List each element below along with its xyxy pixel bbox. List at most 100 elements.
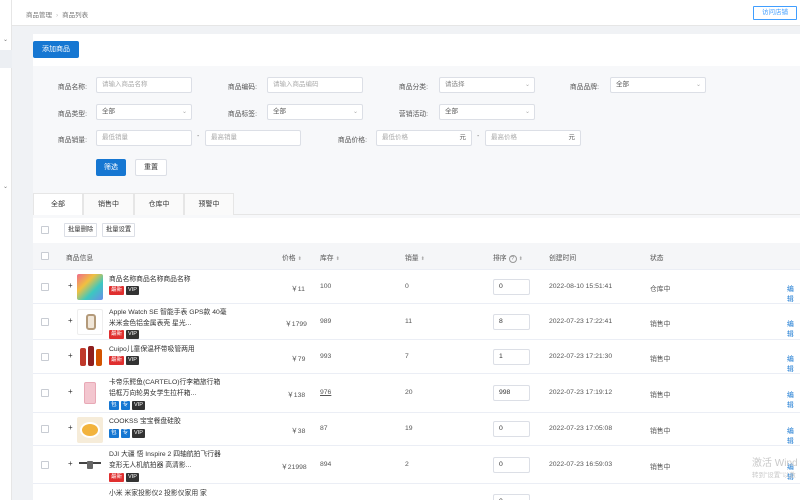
sort-input[interactable]: 1: [493, 349, 530, 365]
header-checkbox[interactable]: [41, 252, 49, 260]
edit-link[interactable]: 编辑: [787, 389, 800, 409]
tab-in-warehouse[interactable]: 仓库中: [134, 193, 184, 215]
row-checkbox[interactable]: [41, 353, 49, 361]
product-name[interactable]: 小米 米家投影仪2 投影仪家用 家: [109, 488, 227, 499]
tab-warning[interactable]: 预警中: [184, 193, 234, 215]
product-code-input[interactable]: 请输入商品编码: [267, 77, 363, 93]
sort-icon[interactable]: ⬍: [336, 256, 340, 262]
product-tags: 最新 VIP: [109, 356, 139, 365]
stock-cell: 100: [320, 283, 332, 290]
sales-cell: 19: [405, 425, 413, 432]
edit-link[interactable]: 编辑: [787, 283, 800, 303]
product-name[interactable]: Apple Watch SE 智能手表 GPS款 40毫米米金色铝金属表壳 星光…: [109, 307, 227, 329]
filter-button[interactable]: 筛选: [96, 159, 126, 176]
product-name[interactable]: DJI 大疆 悟 Inspire 2 四轴航拍飞行器变形无人机航拍器 高清影..…: [109, 449, 227, 471]
edit-link[interactable]: 编辑: [787, 353, 800, 373]
expand-icon[interactable]: +: [68, 351, 73, 360]
expand-icon[interactable]: +: [68, 281, 73, 290]
product-image[interactable]: [77, 344, 103, 370]
sort-input[interactable]: 0: [493, 494, 530, 500]
select-all-checkbox[interactable]: [41, 226, 49, 234]
product-image[interactable]: [77, 380, 103, 406]
header-sort[interactable]: 排序? ⬍: [493, 252, 523, 263]
suitcase-icon: [84, 382, 96, 404]
sort-input[interactable]: 0: [493, 457, 530, 473]
row-checkbox[interactable]: [41, 461, 49, 469]
row-checkbox[interactable]: [41, 389, 49, 397]
header-stock[interactable]: 库存 ⬍: [320, 252, 340, 262]
brand-select[interactable]: 全部 ⌄: [610, 77, 706, 93]
table-row: + Apple Watch SE 智能手表 GPS款 40毫米米金色铝金属表壳 …: [33, 304, 800, 340]
tag-badge: 专: [120, 429, 131, 438]
expand-icon[interactable]: +: [68, 423, 73, 432]
reset-button[interactable]: 重置: [135, 159, 167, 176]
header-price[interactable]: 价格 ⬍: [282, 252, 302, 262]
tag-badge: 包: [109, 401, 119, 410]
range-separator: -: [477, 133, 480, 140]
sort-icon[interactable]: ⬍: [298, 256, 302, 262]
category-select[interactable]: 请选择 ⌄: [439, 77, 535, 93]
product-image[interactable]: [77, 274, 103, 300]
tab-all[interactable]: 全部: [33, 193, 83, 215]
breadcrumb-parent[interactable]: 商品管理: [26, 12, 52, 19]
edit-link[interactable]: 编辑: [787, 425, 800, 445]
price-max-input[interactable]: 最高价格 元: [485, 130, 581, 146]
sort-input[interactable]: 8: [493, 314, 530, 330]
expand-icon[interactable]: +: [68, 459, 73, 468]
add-product-button[interactable]: 添加商品: [33, 41, 79, 58]
product-name[interactable]: 商品名称商品名称商品名称: [109, 274, 227, 285]
sort-icon[interactable]: ⬍: [519, 256, 523, 262]
tab-on-sale[interactable]: 销售中: [83, 193, 134, 215]
tag-badge: 最新: [109, 286, 125, 295]
category-label: 商品分类:: [398, 84, 428, 91]
chevron-down-icon: ⌄: [524, 82, 530, 88]
name-label: 商品名称:: [57, 84, 87, 91]
product-image[interactable]: [77, 417, 103, 443]
sort-input[interactable]: 0: [493, 421, 530, 437]
row-checkbox[interactable]: [41, 318, 49, 326]
expand-icon[interactable]: +: [68, 387, 73, 396]
table-row: + DJI 大疆 悟 Inspire 2 四轴航拍飞行器变形无人机航拍器 高清影…: [33, 446, 800, 484]
sort-icon[interactable]: ⬍: [421, 256, 425, 262]
header-sales[interactable]: 销量 ⬍: [405, 252, 425, 262]
tag-select[interactable]: 全部 ⌄: [267, 104, 363, 120]
sidebar-active-item[interactable]: [0, 50, 12, 68]
bulk-delete-button[interactable]: 批量删除: [64, 223, 98, 237]
created-cell: 2022-07-23 17:05:08: [549, 425, 613, 432]
visit-store-button[interactable]: 访问店铺: [753, 6, 797, 20]
bulk-settings-button[interactable]: 批量设置: [102, 223, 136, 237]
chevron-down-icon[interactable]: ⌄: [3, 183, 8, 190]
brand-value: 全部: [616, 81, 629, 88]
status-cell: 销售中: [650, 321, 671, 328]
sales-label: 商品销量:: [57, 137, 87, 144]
help-icon[interactable]: ?: [508, 255, 517, 263]
expand-icon[interactable]: +: [68, 316, 73, 325]
product-image[interactable]: [77, 452, 103, 478]
edit-link[interactable]: 编辑: [787, 318, 800, 338]
tag-badge: VIP: [132, 401, 145, 410]
sort-input[interactable]: 0: [493, 279, 530, 295]
type-select[interactable]: 全部 ⌄: [96, 104, 192, 120]
header-info: 商品信息: [66, 255, 94, 262]
price-cell: ￥79: [291, 356, 306, 363]
row-checkbox[interactable]: [41, 425, 49, 433]
price-min-input[interactable]: 最低价格 元: [376, 130, 472, 146]
promo-select[interactable]: 全部 ⌄: [439, 104, 535, 120]
product-image[interactable]: [77, 309, 103, 335]
sales-min-input[interactable]: 最低销量: [96, 130, 192, 146]
product-name[interactable]: 卡帝乐鳄鱼(CARTELO)行李箱旅行箱铝框万向轮男女学生拉杆箱...: [109, 377, 227, 399]
sales-max-input[interactable]: 最高销量: [205, 130, 301, 146]
status-cell: 销售中: [650, 464, 671, 471]
code-label: 商品编码:: [227, 84, 257, 91]
product-name-input[interactable]: 请输入商品名称: [96, 77, 192, 93]
sort-input[interactable]: 998: [493, 385, 530, 401]
product-name[interactable]: COOKSS 宝宝餐盘硅胶: [109, 416, 227, 427]
header-sort-label: 排序: [493, 255, 507, 262]
watch-icon: [86, 314, 96, 330]
product-name[interactable]: Cuipo儿童保温杯带吸管两用: [109, 344, 227, 355]
watermark-line-1: 激活 Wind: [752, 458, 798, 469]
chevron-down-icon[interactable]: ⌄: [3, 36, 8, 43]
tag-label: 商品标签:: [227, 111, 257, 118]
row-checkbox[interactable]: [41, 283, 49, 291]
table-row: + COOKSS 宝宝餐盘硅胶 包 专 VIP ￥38 87 19 0 2022…: [33, 413, 800, 446]
